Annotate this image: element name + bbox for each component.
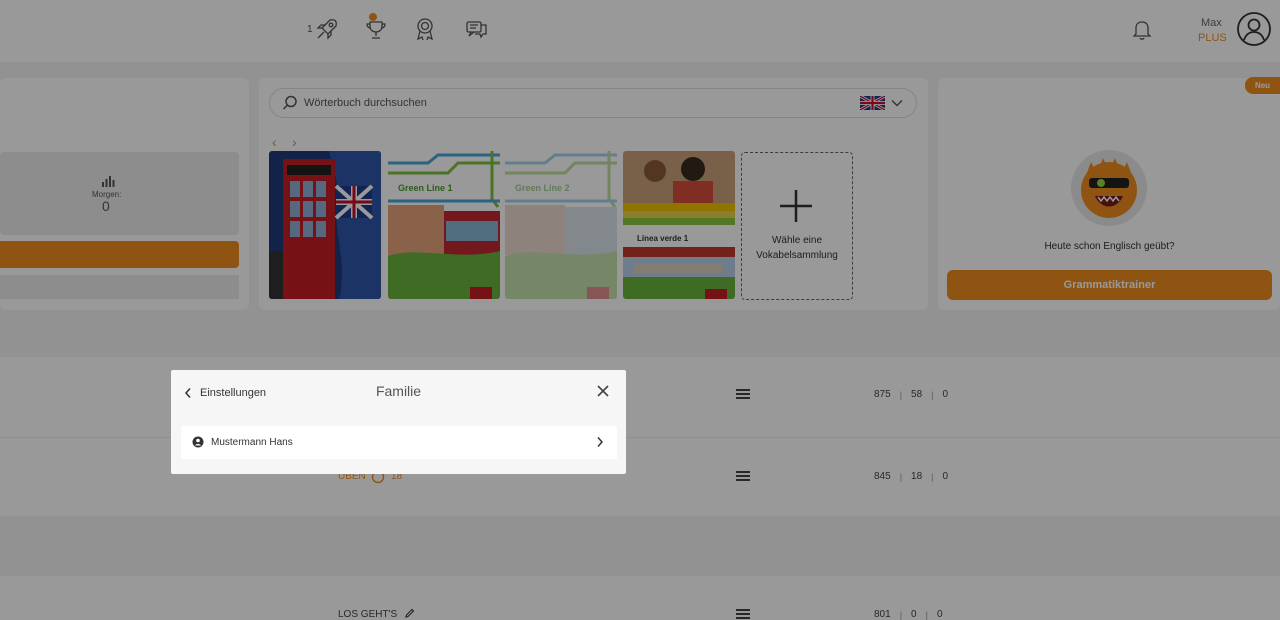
dialog-title: Familie bbox=[375, 383, 422, 399]
family-dialog: Einstellungen Familie Mustermann Hans bbox=[171, 370, 626, 474]
family-member-row[interactable]: Mustermann Hans bbox=[181, 426, 617, 459]
chevron-right-icon bbox=[597, 437, 604, 447]
family-member-name: Mustermann Hans bbox=[211, 437, 293, 448]
user-icon bbox=[192, 436, 204, 448]
close-icon[interactable] bbox=[595, 383, 611, 399]
modal-backdrop[interactable] bbox=[0, 0, 1280, 620]
